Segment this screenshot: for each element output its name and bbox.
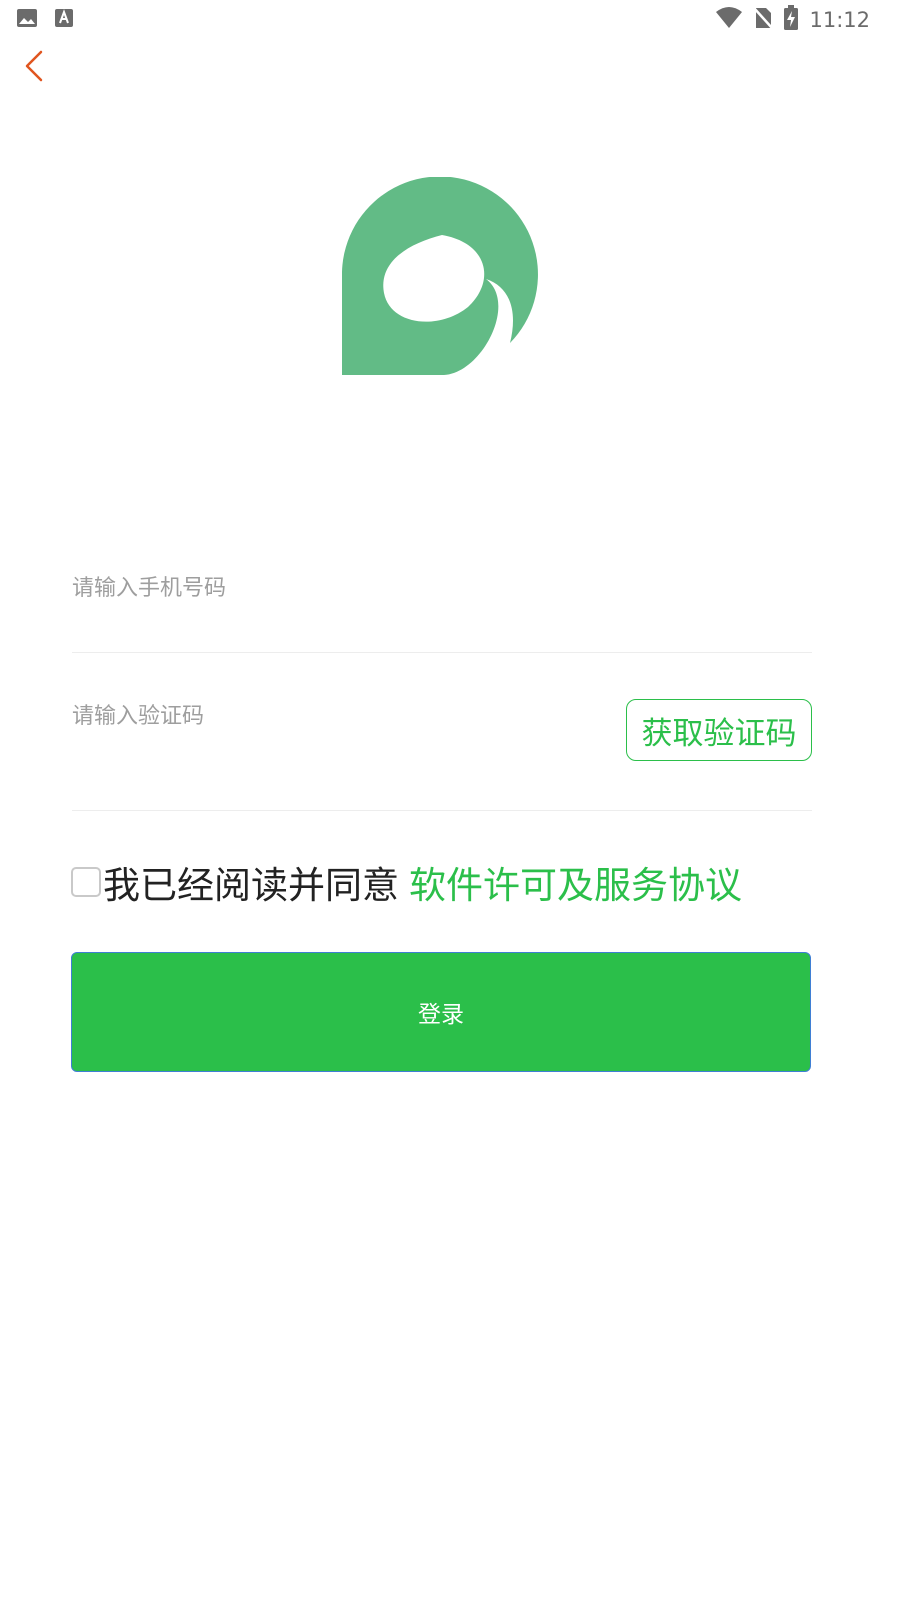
chevron-left-icon xyxy=(24,50,44,86)
status-bar: 11:12 xyxy=(0,0,900,36)
wifi-icon xyxy=(715,6,743,34)
code-input[interactable] xyxy=(72,692,592,740)
phone-field xyxy=(72,548,812,653)
status-right: 11:12 xyxy=(715,5,870,35)
image-icon xyxy=(16,7,38,33)
phone-input[interactable] xyxy=(72,564,812,612)
license-link[interactable]: 软件许可及服务协议 xyxy=(409,855,742,909)
status-left xyxy=(16,7,74,33)
agreement-row: 我已经阅读并同意 软件许可及服务协议 xyxy=(71,855,742,909)
no-sim-icon xyxy=(753,6,774,34)
login-button[interactable]: 登录 xyxy=(71,952,811,1072)
get-code-button[interactable]: 获取验证码 xyxy=(626,699,812,761)
app-logo xyxy=(341,176,542,377)
code-field: 获取验证码 xyxy=(72,676,812,811)
back-button[interactable] xyxy=(14,48,54,88)
login-screen: 11:12 获取验证码 我已经阅读并同意 软件许可及服务协议 登录 xyxy=(0,0,900,1600)
battery-charging-icon xyxy=(783,5,799,35)
agreement-text: 我已经阅读并同意 xyxy=(103,864,399,907)
status-time: 11:12 xyxy=(809,8,870,32)
agree-checkbox[interactable] xyxy=(71,867,101,897)
text-icon xyxy=(54,7,74,33)
